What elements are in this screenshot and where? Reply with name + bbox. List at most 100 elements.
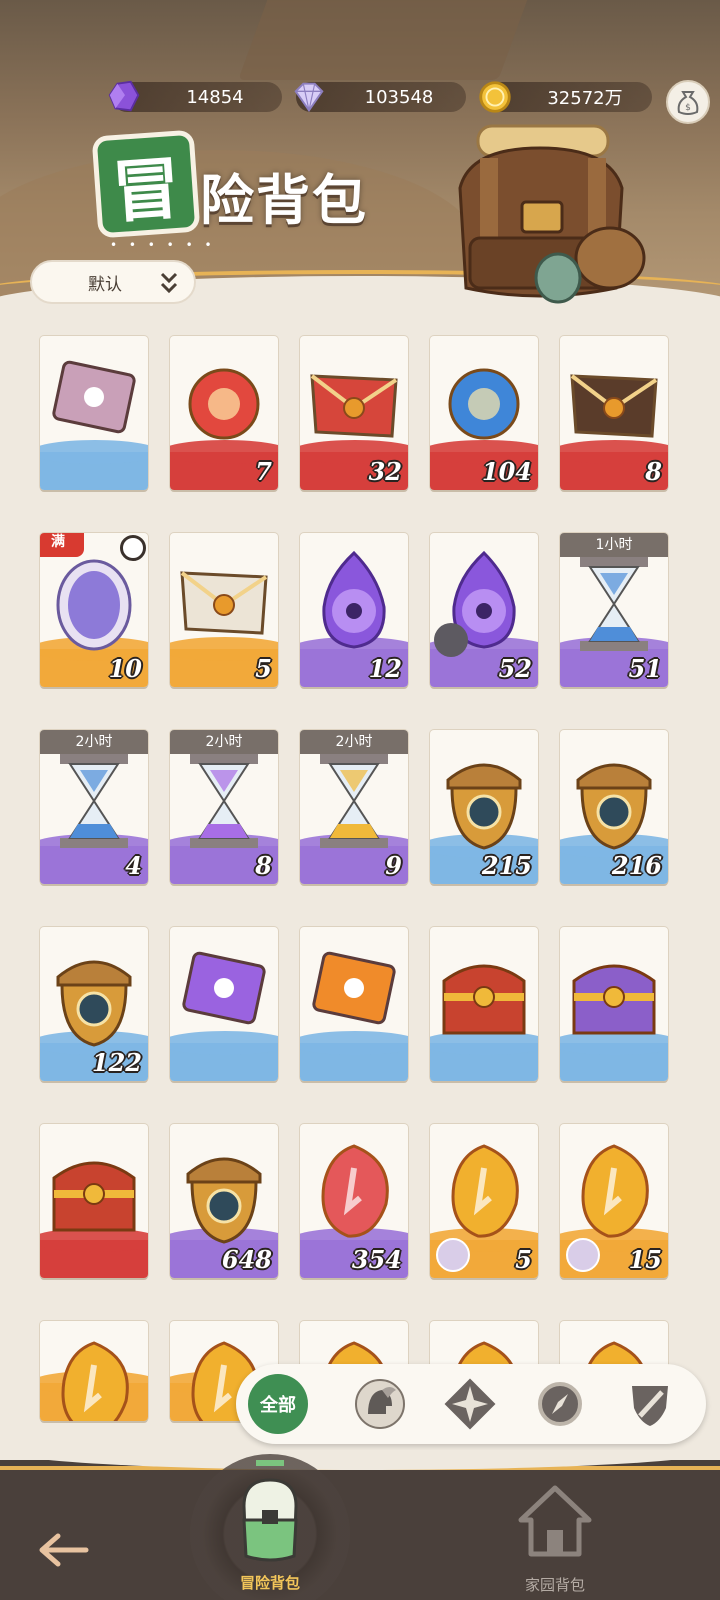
item-card[interactable]: [170, 927, 278, 1081]
item-card[interactable]: [40, 336, 148, 490]
item-card[interactable]: 7: [170, 336, 278, 490]
swap-icon: [120, 535, 146, 561]
tab-home-bag[interactable]: 家园背包: [500, 1480, 610, 1600]
duration-label: 2小时: [40, 730, 148, 754]
item-card[interactable]: 52: [430, 533, 538, 687]
category-filter-bar: 全部: [236, 1364, 706, 1444]
red-envelope-icon: [310, 374, 398, 438]
filter-all-button[interactable]: 全部: [248, 1374, 308, 1434]
item-card[interactable]: 15: [560, 1124, 668, 1278]
item-quantity: 32: [368, 457, 402, 486]
red-chest-icon: [442, 964, 526, 1035]
duration-label: 1小时: [560, 533, 668, 557]
item-card[interactable]: 8: [560, 336, 668, 490]
item-card[interactable]: 2小时 8: [170, 730, 278, 884]
backpack-illustration: [458, 124, 646, 304]
item-card[interactable]: 122: [40, 927, 148, 1081]
duration-label: 2小时: [170, 730, 278, 754]
tab-home-label: 家园背包: [524, 1576, 585, 1594]
item-quantity: 12: [368, 654, 402, 683]
item-quantity: 215: [481, 851, 532, 880]
item-card[interactable]: 2小时 9: [300, 730, 408, 884]
title-badge: 冒: [96, 134, 196, 234]
purple-eye-flame-icon: [322, 550, 386, 649]
currency-gold[interactable]: 32572万: [479, 81, 652, 113]
item-card[interactable]: 5: [430, 1124, 538, 1278]
crystal-egg-icon: [56, 559, 132, 651]
hourglass-blue-icon: [60, 754, 128, 848]
hourglass-blue-icon: [580, 557, 648, 651]
money-bag-button[interactable]: $: [666, 80, 710, 124]
item-quantity: 10: [108, 654, 142, 683]
currency-gold-value: 32572万: [547, 88, 623, 109]
currency-diamond-value: 103548: [364, 86, 434, 108]
bottom-nav: 冒险背包 家园背包: [0, 1450, 720, 1600]
back-arrow-icon[interactable]: [36, 1530, 92, 1570]
item-card[interactable]: 满 10: [40, 533, 148, 687]
item-quantity: 5: [515, 1245, 532, 1274]
red-emblem-icon: [188, 368, 260, 440]
item-card[interactable]: 2小时 4: [40, 730, 148, 884]
currency-diamond[interactable]: 103548: [294, 82, 466, 112]
item-quantity: 216: [611, 851, 662, 880]
currency-crystal[interactable]: 14854: [108, 80, 282, 112]
hourglass-gold-icon: [320, 754, 388, 848]
hourglass-purple-icon: [190, 754, 258, 848]
dark-envelope-icon: [570, 374, 658, 438]
item-card[interactable]: 354: [300, 1124, 408, 1278]
title-dots: • • • • • •: [110, 238, 216, 252]
item-card[interactable]: 104: [430, 336, 538, 490]
ticket-icon: [52, 360, 136, 434]
helmet-icon: [355, 1379, 405, 1429]
filter-star-button[interactable]: [442, 1376, 498, 1432]
sort-dropdown[interactable]: 默认: [30, 260, 196, 304]
item-card[interactable]: 32: [300, 336, 408, 490]
svg-text:$: $: [685, 103, 691, 113]
filter-helmet-button[interactable]: [352, 1376, 408, 1432]
backpack-tab-icon: [242, 1460, 298, 1562]
item-quantity: 9: [385, 851, 402, 880]
item-quantity: 8: [645, 457, 662, 486]
item-quantity: 354: [351, 1245, 402, 1274]
item-quantity: 52: [498, 654, 532, 683]
star-compass-icon: [444, 1378, 496, 1430]
item-card[interactable]: 1小时 51: [560, 533, 668, 687]
item-card[interactable]: [40, 1321, 148, 1421]
item-card[interactable]: 12: [300, 533, 408, 687]
acorn-star-icon: [56, 960, 132, 1047]
filter-compass-button[interactable]: [532, 1376, 588, 1432]
item-quantity: 4: [125, 851, 142, 880]
item-quantity: 104: [481, 457, 532, 486]
tab-adventure-label: 冒险背包: [239, 1574, 300, 1592]
item-quantity: 8: [255, 851, 272, 880]
item-quantity: 122: [91, 1048, 142, 1077]
acorn-eye-icon: [446, 763, 522, 850]
item-card[interactable]: [560, 927, 668, 1081]
puzzle-icon: [434, 623, 468, 657]
currency-crystal-value: 14854: [186, 86, 244, 108]
red-chest-icon: [52, 1161, 136, 1232]
gold-shard-icon: [451, 1144, 519, 1238]
item-card[interactable]: 5: [170, 533, 278, 687]
item-quantity: 5: [255, 654, 272, 683]
filter-sword-shield-button[interactable]: [622, 1376, 678, 1432]
duration-label: 2小时: [300, 730, 408, 754]
blue-orb-icon: [448, 368, 520, 440]
orange-ticket-icon: [312, 951, 396, 1025]
white-envelope-icon: [180, 571, 268, 635]
character-avatar: [436, 1238, 470, 1272]
item-card[interactable]: [40, 1124, 148, 1278]
acorn-leaf-icon: [576, 763, 652, 850]
item-card[interactable]: [300, 927, 408, 1081]
red-shard-icon: [321, 1144, 389, 1238]
tab-adventure-bag[interactable]: 冒险背包: [190, 1454, 350, 1600]
full-badge: 满: [40, 533, 84, 557]
item-card[interactable]: 215: [430, 730, 538, 884]
item-quantity: 648: [221, 1245, 272, 1274]
item-card[interactable]: [430, 927, 538, 1081]
gold-shard-icon: [61, 1341, 129, 1421]
gold-shard-icon: [581, 1144, 649, 1238]
item-card[interactable]: 216: [560, 730, 668, 884]
sort-label: 默认: [88, 274, 122, 295]
item-card[interactable]: 648: [170, 1124, 278, 1278]
